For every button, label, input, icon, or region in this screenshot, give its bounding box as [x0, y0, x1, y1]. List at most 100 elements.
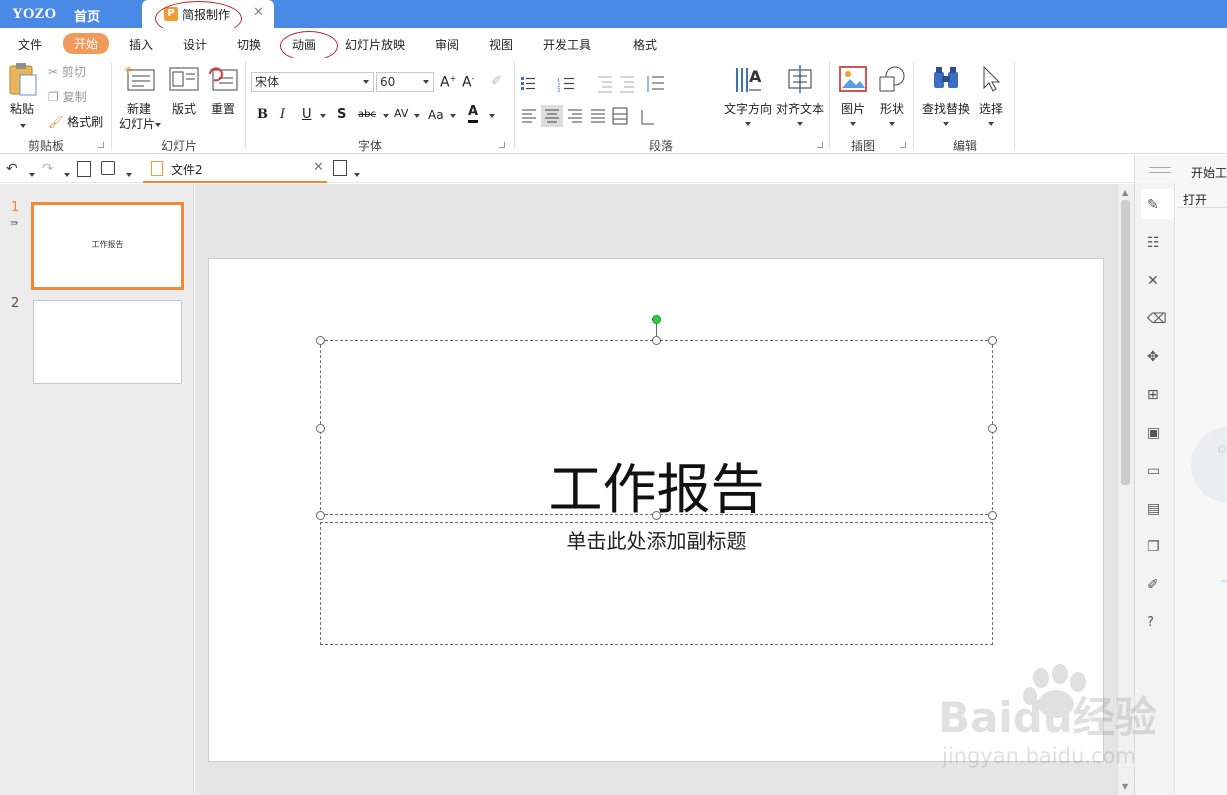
customize-dropdown[interactable] [126, 167, 132, 181]
align-text-dropdown[interactable] [797, 116, 803, 130]
menu-view[interactable]: 视图 [489, 36, 513, 53]
slide-subtitle[interactable]: 单击此处添加副标题 [321, 525, 992, 554]
layout-icon[interactable] [168, 66, 200, 92]
document-tab[interactable]: P 简报制作 ✕ [142, 0, 274, 28]
grid-icon[interactable]: ⊞ [1147, 387, 1163, 403]
bold-button[interactable]: B [257, 107, 268, 122]
copy-button[interactable]: ❐ 复制 [48, 88, 87, 105]
close-file-icon[interactable]: ✕ [313, 160, 324, 175]
resize-handle[interactable] [988, 511, 997, 520]
decrease-font-icon[interactable]: A- [462, 74, 474, 91]
cursor-arrow-icon[interactable] [980, 64, 1004, 94]
edit-icon[interactable]: ✐ [1147, 577, 1163, 593]
font-color-button[interactable]: A [468, 104, 479, 123]
align-text-icon[interactable] [785, 64, 815, 94]
menu-format[interactable]: 格式 [633, 36, 657, 53]
resize-handle[interactable] [316, 336, 325, 345]
menu-insert[interactable]: 插入 [129, 36, 153, 53]
align-text-button[interactable]: 对齐文本 [776, 100, 824, 117]
picture-button[interactable]: 图片 [841, 100, 865, 117]
resize-handle[interactable] [316, 511, 325, 520]
paste-button[interactable]: 粘贴 [10, 100, 34, 117]
picture-icon[interactable] [838, 64, 868, 94]
paragraph-controls[interactable]: 123 [520, 74, 720, 138]
close-tab-icon[interactable]: ✕ [253, 5, 264, 20]
strikethrough-button[interactable]: abc [358, 109, 376, 120]
menu-design[interactable]: 设计 [183, 36, 207, 53]
menu-transitions[interactable]: 切换 [237, 36, 261, 53]
pencil-icon[interactable]: ✎ [1147, 197, 1163, 213]
cut-button[interactable]: ✂ 剪切 [48, 63, 86, 80]
resize-handle[interactable] [652, 511, 661, 520]
scroll-down-icon[interactable]: ▼ [1122, 782, 1128, 791]
redo-dropdown[interactable] [64, 167, 70, 181]
font-color-dropdown[interactable] [489, 108, 495, 123]
open-link[interactable]: 打开 [1183, 191, 1207, 208]
redo-icon[interactable]: ↷ [42, 161, 54, 177]
format-painter-button[interactable]: 🖌 格式刷 [48, 113, 103, 130]
picture-dropdown[interactable] [850, 116, 856, 130]
increase-font-icon[interactable]: A+ [440, 74, 456, 91]
paste-icon[interactable] [8, 62, 38, 96]
duplicate-icon[interactable]: ❐ [1147, 539, 1163, 555]
font-launcher-icon[interactable] [499, 142, 505, 148]
comment-icon[interactable]: ▭ [1147, 463, 1163, 479]
pane-grip-icon[interactable] [1149, 167, 1171, 173]
slide-canvas[interactable]: 工作报告 单击此处添加副标题 [208, 258, 1104, 762]
menu-developer[interactable]: 开发工具 [543, 36, 591, 53]
undo-icon[interactable]: ↶ [6, 161, 18, 177]
new-document-dropdown[interactable] [354, 167, 360, 181]
case-dropdown[interactable] [450, 108, 456, 123]
shape-dropdown[interactable] [889, 116, 895, 130]
tools-icon[interactable]: ✕ [1147, 273, 1163, 289]
print-preview-icon[interactable] [77, 161, 91, 177]
menu-file[interactable]: 文件 [18, 36, 42, 53]
char-spacing-button[interactable]: AV [394, 107, 408, 120]
resize-handle[interactable] [316, 424, 325, 433]
shape-icon[interactable] [877, 64, 907, 94]
select-dropdown[interactable] [988, 116, 994, 130]
strike-dropdown[interactable] [383, 108, 389, 123]
text-direction-button[interactable]: 文字方向 [724, 100, 772, 117]
clipboard-launcher-icon[interactable] [98, 142, 104, 148]
binoculars-icon[interactable] [931, 64, 961, 94]
home-tab[interactable]: 首页 [74, 6, 100, 25]
change-case-button[interactable]: Aa [428, 108, 444, 122]
help-icon[interactable]: ? [1147, 615, 1163, 631]
move-icon[interactable]: ✥ [1147, 349, 1163, 365]
subtitle-placeholder[interactable]: 单击此处添加副标题 [320, 522, 993, 645]
clear-format-icon[interactable]: ✐ [491, 74, 502, 89]
new-document-icon[interactable] [333, 160, 347, 176]
new-slide-button-line2[interactable]: 幻灯片 [119, 115, 162, 132]
shape-button[interactable]: 形状 [880, 100, 904, 117]
menu-home[interactable]: 开始 [63, 33, 110, 54]
paste-dropdown[interactable] [20, 118, 26, 132]
resize-handle[interactable] [652, 336, 661, 345]
reset-icon[interactable] [207, 66, 239, 92]
menu-animations[interactable]: 动画 [292, 36, 316, 53]
resize-handle[interactable] [988, 424, 997, 433]
paragraph-launcher-icon[interactable] [817, 142, 823, 148]
save-icon[interactable] [101, 161, 115, 175]
resize-handle[interactable] [988, 336, 997, 345]
find-replace-dropdown[interactable] [943, 116, 949, 130]
text-direction-dropdown[interactable] [745, 116, 751, 130]
undo-dropdown[interactable] [29, 167, 35, 181]
menu-slideshow[interactable]: 幻灯片放映 [345, 36, 405, 53]
underline-dropdown[interactable] [320, 108, 326, 123]
vertical-scrollbar[interactable]: ▲ ▼ [1117, 184, 1134, 795]
file-tab[interactable]: 文件2 ✕ [143, 155, 327, 183]
find-replace-button[interactable]: 查找替换 [922, 100, 970, 117]
slide-thumbnail-2[interactable] [33, 300, 182, 384]
underline-button[interactable]: U [302, 107, 312, 122]
font-size-select[interactable]: 60 [376, 72, 434, 92]
image-icon[interactable]: ▣ [1147, 425, 1163, 441]
spacing-dropdown[interactable] [414, 108, 420, 123]
italic-button[interactable]: I [280, 107, 285, 122]
layout-button[interactable]: 版式 [172, 100, 196, 117]
font-name-select[interactable]: 宋体 [251, 72, 374, 92]
clipboard-icon[interactable]: ▤ [1147, 501, 1163, 517]
slide-thumbnail-1[interactable]: 工作报告 [31, 202, 184, 290]
text-direction-icon[interactable]: A [733, 64, 763, 94]
rotation-handle[interactable] [652, 315, 661, 324]
